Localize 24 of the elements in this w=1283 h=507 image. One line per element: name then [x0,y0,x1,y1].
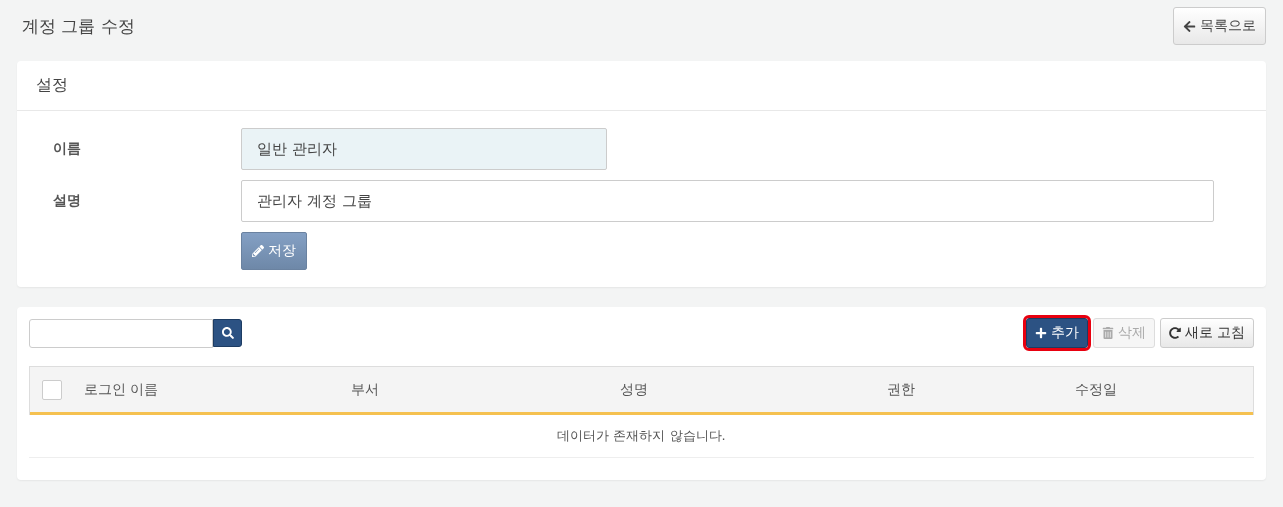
search-icon [221,326,234,339]
pencil-icon [252,245,264,257]
empty-message: 데이터가 존재하지 않습니다. [557,427,726,445]
arrow-left-icon [1183,19,1196,33]
text-field[interactable]: 관리자 계정 그룹 [241,180,1214,222]
refresh-icon [1168,327,1181,339]
search-field[interactable] [29,318,213,348]
card-title: 설정 [36,75,68,96]
page-title: 계정 그룹 수정 [22,15,135,38]
refresh-button[interactable]: 새로 고침 [1159,318,1254,348]
column-header: 성명 [619,380,649,399]
column-header: 수정일 [1074,380,1118,399]
plus-icon [1034,327,1047,339]
text-field[interactable]: 일반 관리자 [241,128,607,170]
field-label: 이름 [53,140,82,158]
trash-icon [1101,327,1114,339]
back-button[interactable]: 목록으로 [1173,7,1266,45]
search-button[interactable] [213,318,242,347]
add-button[interactable]: 추가 [1025,318,1088,348]
field-label: 설명 [53,192,82,210]
column-header: 부서 [350,380,380,399]
column-header: 로그인 이름 [83,380,160,399]
select-all-checkbox[interactable] [42,379,62,400]
column-header: 권한 [886,380,916,399]
